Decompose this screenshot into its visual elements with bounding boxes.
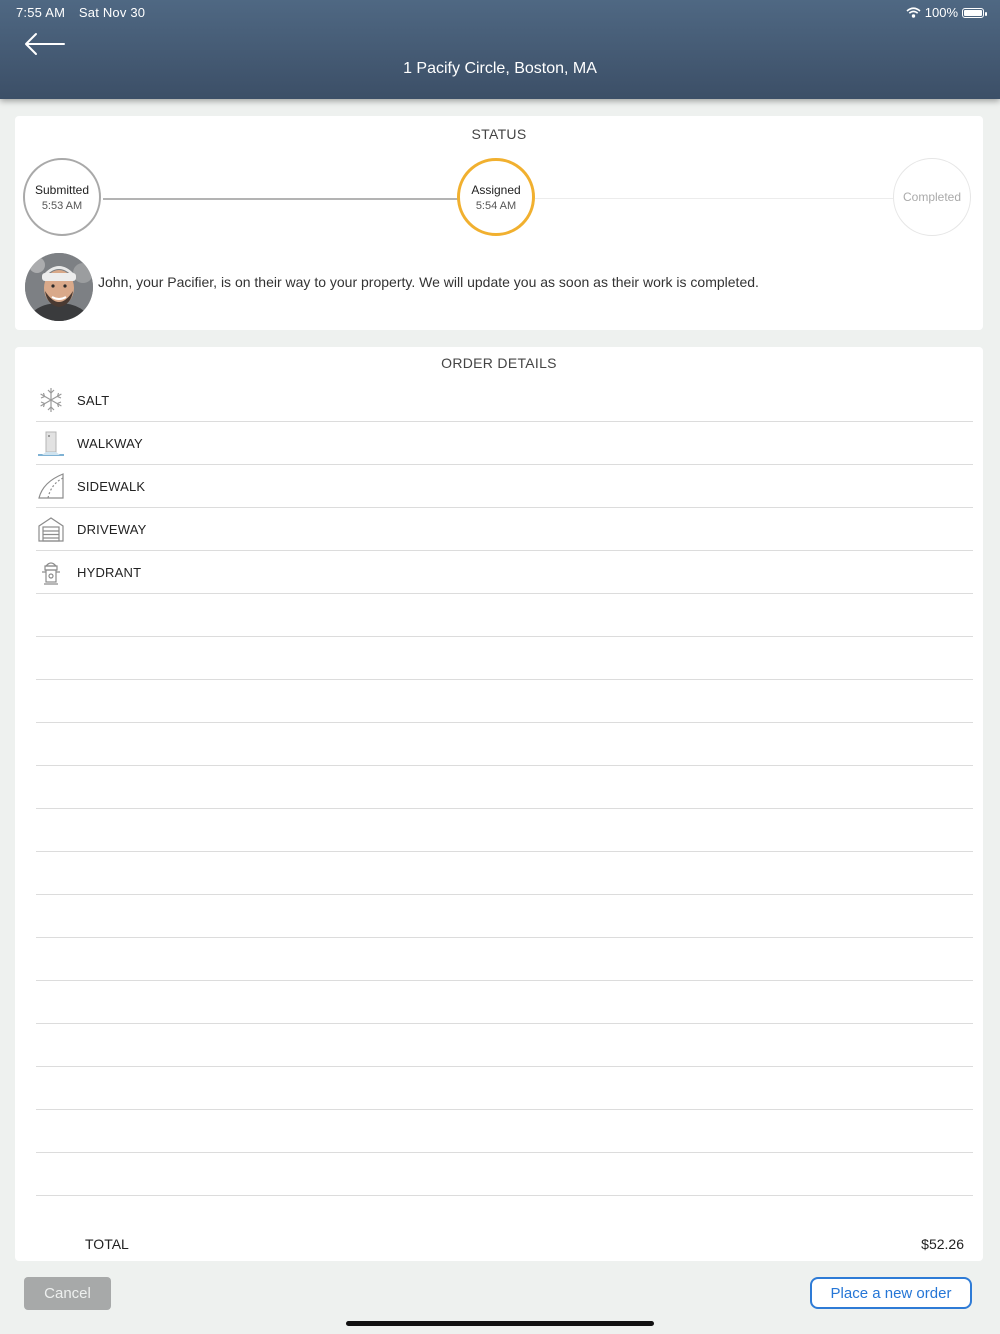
snowflake-icon [36,385,66,415]
wifi-icon [906,7,921,18]
status-bar-right: 100% [906,5,987,20]
empty-row [36,895,973,938]
empty-row [36,1110,973,1153]
empty-row [36,1024,973,1067]
order-details-card: ORDER DETAILS SALT WALKWAY SIDEWALK DRIV… [15,347,983,1261]
empty-row [36,938,973,981]
step-name: Submitted [34,182,90,197]
empty-row [36,594,973,637]
status-date: Sat Nov 30 [78,5,146,20]
list-item: WALKWAY [36,422,973,465]
cancel-button[interactable]: Cancel [24,1277,111,1310]
empty-row [36,766,973,809]
empty-row [36,637,973,680]
list-item: SIDEWALK [36,465,973,508]
garage-icon [36,514,66,544]
avatar [25,253,93,321]
empty-row [36,1067,973,1110]
item-label: SIDEWALK [77,478,146,494]
sidewalk-icon [36,471,66,501]
order-items-list: SALT WALKWAY SIDEWALK DRIVEWAY HYDRANT [36,379,973,1196]
status-track-pending [535,198,893,199]
battery-percent: 100% [924,5,958,20]
list-item: DRIVEWAY [36,508,973,551]
app-header: 7:55 AM Sat Nov 30 100% 1 Pacify Circle,… [0,0,1000,99]
back-arrow-icon [25,33,65,55]
walkway-icon [36,428,66,458]
step-name: Completed [902,190,962,204]
total-label: TOTAL [85,1236,129,1252]
home-indicator [346,1321,654,1326]
status-message: John, your Pacifier, is on their way to … [98,274,759,290]
status-step-completed: Completed [893,158,971,236]
empty-row [36,809,973,852]
status-step-assigned: Assigned 5:54 AM [457,158,535,236]
empty-row [36,1153,973,1196]
item-label: WALKWAY [77,435,143,451]
status-time: 7:55 AM [16,5,66,20]
status-bar: 7:55 AM Sat Nov 30 [16,5,155,20]
status-card: STATUS Submitted 5:53 AM Assigned 5:54 A… [15,116,983,330]
empty-row [36,680,973,723]
item-label: SALT [77,392,110,408]
empty-row [36,981,973,1024]
place-new-order-button[interactable]: Place a new order [810,1277,972,1309]
status-step-submitted: Submitted 5:53 AM [23,158,101,236]
step-time: 5:53 AM [41,199,83,212]
back-button[interactable] [22,30,68,58]
list-item: HYDRANT [36,551,973,594]
empty-row [36,852,973,895]
total-value: $52.26 [921,1236,964,1252]
empty-row [36,723,973,766]
step-time: 5:54 AM [475,199,517,212]
hydrant-icon [36,557,66,587]
item-label: HYDRANT [77,564,142,580]
item-label: DRIVEWAY [77,521,147,537]
battery-icon [962,7,987,18]
page-title: 1 Pacify Circle, Boston, MA [403,60,597,77]
step-name: Assigned [471,182,521,197]
status-title: STATUS [471,126,527,142]
list-item: SALT [36,379,973,422]
status-track-done [103,198,459,200]
order-details-title: ORDER DETAILS [441,355,557,371]
